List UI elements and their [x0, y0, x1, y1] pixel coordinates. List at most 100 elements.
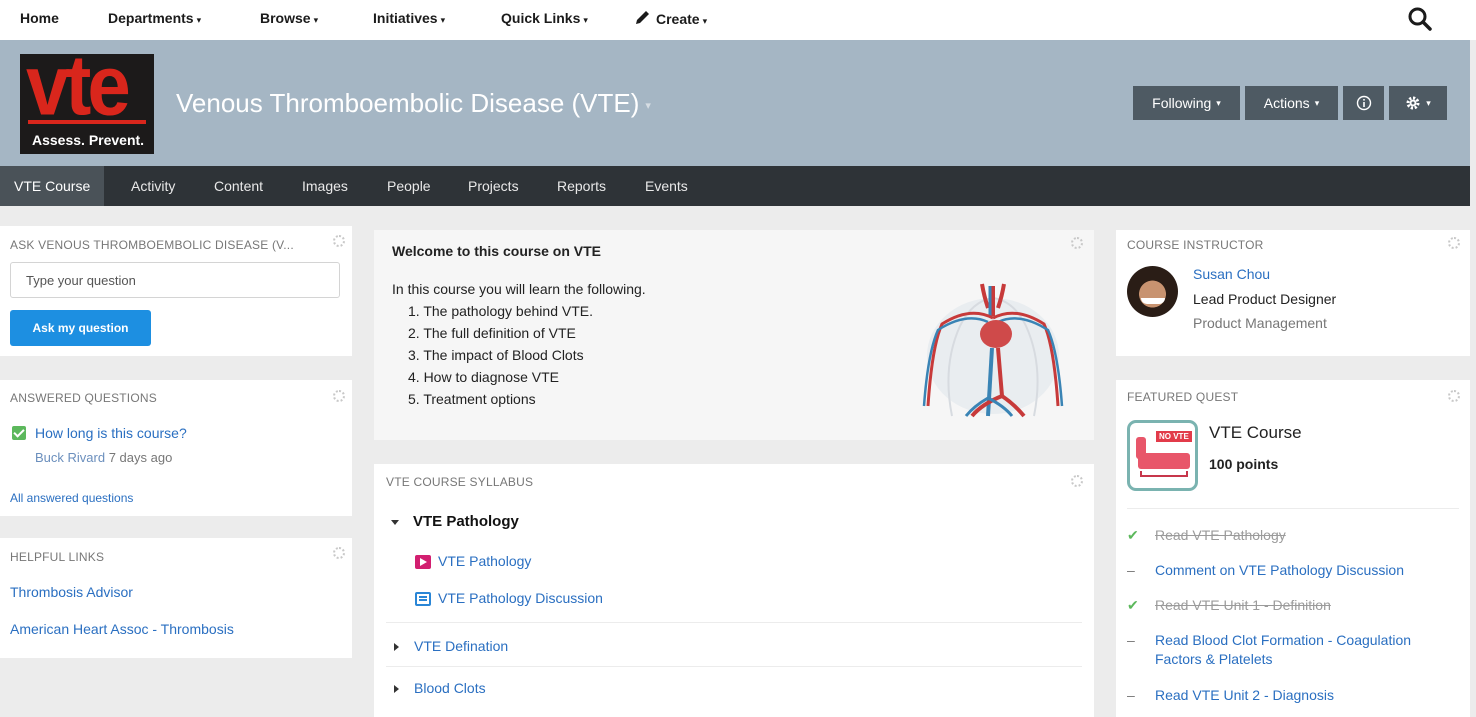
task-pending-icon: – [1127, 562, 1135, 578]
caret-down-icon: ▾ [1314, 97, 1320, 108]
panel-settings-icon[interactable] [1448, 237, 1460, 249]
divider [386, 622, 1082, 623]
following-label: Following [1152, 95, 1212, 111]
nav-quick-links[interactable]: Quick Links ▾ [501, 10, 588, 26]
expand-toggle-icon[interactable] [394, 643, 399, 651]
discussion-icon [415, 592, 431, 606]
task-pending-icon: – [1127, 687, 1135, 703]
search-icon[interactable] [1407, 6, 1433, 32]
tab-images[interactable]: Images [302, 166, 348, 206]
panel-settings-icon[interactable] [333, 390, 345, 402]
nav-home[interactable]: Home [20, 10, 59, 26]
expand-toggle-icon[interactable] [391, 520, 399, 525]
global-nav: Home Departments ▾ Browse ▾ Initiatives ▾ Q… [0, 0, 1476, 40]
answer-time: 7 days ago [108, 450, 173, 465]
info-icon [1356, 95, 1371, 111]
expand-toggle-icon[interactable] [394, 685, 399, 693]
logo-divider [28, 120, 146, 124]
settings-button[interactable]: ▾ [1389, 86, 1447, 120]
tab-label: Reports [557, 178, 607, 194]
welcome-title: Welcome to this course on VTE [392, 243, 602, 259]
tab-events[interactable]: Events [645, 166, 688, 206]
answered-check-icon [12, 426, 26, 440]
quest-task[interactable]: Read VTE Unit 2 - Diagnosis [1155, 686, 1334, 705]
welcome-list-item: 2. The full definition of VTE [408, 325, 576, 341]
panel-settings-icon[interactable] [1448, 390, 1460, 402]
tab-label: People [387, 178, 431, 194]
panel-settings-icon[interactable] [1071, 237, 1083, 249]
quest-header: FEATURED QUEST [1127, 390, 1239, 404]
caret-down-icon: ▾ [1216, 97, 1221, 108]
helpful-links-header: HELPFUL LINKS [10, 550, 105, 564]
tab-label: Images [302, 178, 348, 194]
syllabus-section-title[interactable]: VTE Pathology [413, 513, 519, 530]
question-input[interactable] [10, 262, 340, 298]
gear-icon [1406, 96, 1420, 110]
tab-vte-course[interactable]: VTE Course [0, 166, 105, 206]
actions-button[interactable]: Actions ▾ [1245, 86, 1338, 120]
tab-reports[interactable]: Reports [557, 166, 606, 206]
actions-label: Actions [1263, 95, 1310, 111]
tab-activity[interactable]: Activity [131, 166, 175, 206]
tab-label: Content [214, 178, 264, 194]
ask-panel-header: ASK VENOUS THROMBOEMBOLIC DISEASE (V... [10, 238, 294, 252]
welcome-list-item: 4. How to diagnose VTE [408, 369, 559, 385]
all-answered-questions-link[interactable]: All answered questions [10, 491, 133, 505]
divider [386, 666, 1082, 667]
nav-create-label: Create [656, 11, 700, 27]
place-banner: vte Assess. Prevent. Venous Thromboembol… [0, 40, 1470, 166]
quest-task[interactable]: Comment on VTE Pathology Discussion [1155, 561, 1404, 580]
logo-wordmark: vte [26, 54, 131, 134]
place-title-text: Venous Thromboembolic Disease (VTE) [176, 88, 640, 118]
tab-people[interactable]: People [387, 166, 431, 206]
instructor-name-link[interactable]: Susan Chou [1193, 266, 1270, 282]
nav-browse-label: Browse [260, 10, 311, 26]
syllabus-item-link[interactable]: VTE Pathology [438, 553, 531, 569]
nav-create[interactable]: Create ▾ [634, 10, 707, 27]
panel-settings-icon[interactable] [333, 235, 345, 247]
welcome-list-item: 3. The impact of Blood Clots [408, 347, 584, 363]
answered-panel-header: ANSWERED QUESTIONS [10, 391, 157, 405]
panel-settings-icon[interactable] [1071, 475, 1083, 487]
helpful-link-item[interactable]: American Heart Assoc - Thrombosis [10, 621, 234, 637]
pencil-icon [636, 11, 649, 24]
tab-label: Activity [131, 178, 176, 194]
following-button[interactable]: Following ▾ [1133, 86, 1240, 120]
quest-points: 100 points [1209, 456, 1279, 472]
quest-badge-image[interactable]: NO VTE [1127, 420, 1198, 491]
tab-projects[interactable]: Projects [468, 166, 519, 206]
avatar[interactable] [1127, 266, 1178, 317]
bed-icon [1138, 453, 1190, 469]
nav-initiatives[interactable]: Initiatives ▾ [373, 10, 445, 26]
task-complete-icon: ✔ [1127, 597, 1139, 613]
syllabus-section-title[interactable]: Blood Clots [414, 680, 486, 696]
helpful-link-item[interactable]: Thrombosis Advisor [10, 584, 133, 600]
quest-title: VTE Course [1209, 423, 1302, 442]
task-complete-icon: ✔ [1127, 527, 1139, 543]
tab-content[interactable]: Content [214, 166, 263, 206]
divider [1127, 508, 1459, 509]
video-icon [415, 555, 431, 569]
logo-tagline: Assess. Prevent. [32, 132, 145, 148]
tab-label: Events [645, 178, 688, 194]
quest-task: Read VTE Unit 1 - Definition [1155, 597, 1331, 613]
nav-departments[interactable]: Departments ▾ [108, 10, 201, 26]
answered-question-link[interactable]: How long is this course? [35, 425, 187, 441]
syllabus-item-link[interactable]: VTE Pathology Discussion [438, 590, 603, 606]
place-tabs: VTE Course Activity Content Images Peopl… [0, 166, 1470, 206]
panel-settings-icon[interactable] [333, 547, 345, 559]
instructor-role: Lead Product Designer [1193, 291, 1337, 307]
quest-task[interactable]: Read Blood Clot Formation - Coagulation … [1155, 631, 1455, 669]
syllabus-section-title[interactable]: VTE Defination [414, 638, 508, 654]
nav-departments-label: Departments [108, 10, 194, 26]
answer-author-link[interactable]: Buck Rivard [35, 450, 105, 465]
nav-browse[interactable]: Browse ▾ [260, 10, 318, 26]
place-title[interactable]: Venous Thromboembolic Disease (VTE) ▾ [176, 88, 651, 119]
nav-home-label: Home [20, 10, 59, 26]
nav-quick-links-label: Quick Links [501, 10, 581, 26]
caret-down-icon: ▾ [440, 15, 446, 25]
quest-badge-label: NO VTE [1156, 431, 1192, 442]
ask-question-button[interactable]: Ask my question [10, 310, 151, 346]
quest-task: Read VTE Pathology [1155, 527, 1286, 543]
info-button[interactable] [1343, 86, 1384, 120]
